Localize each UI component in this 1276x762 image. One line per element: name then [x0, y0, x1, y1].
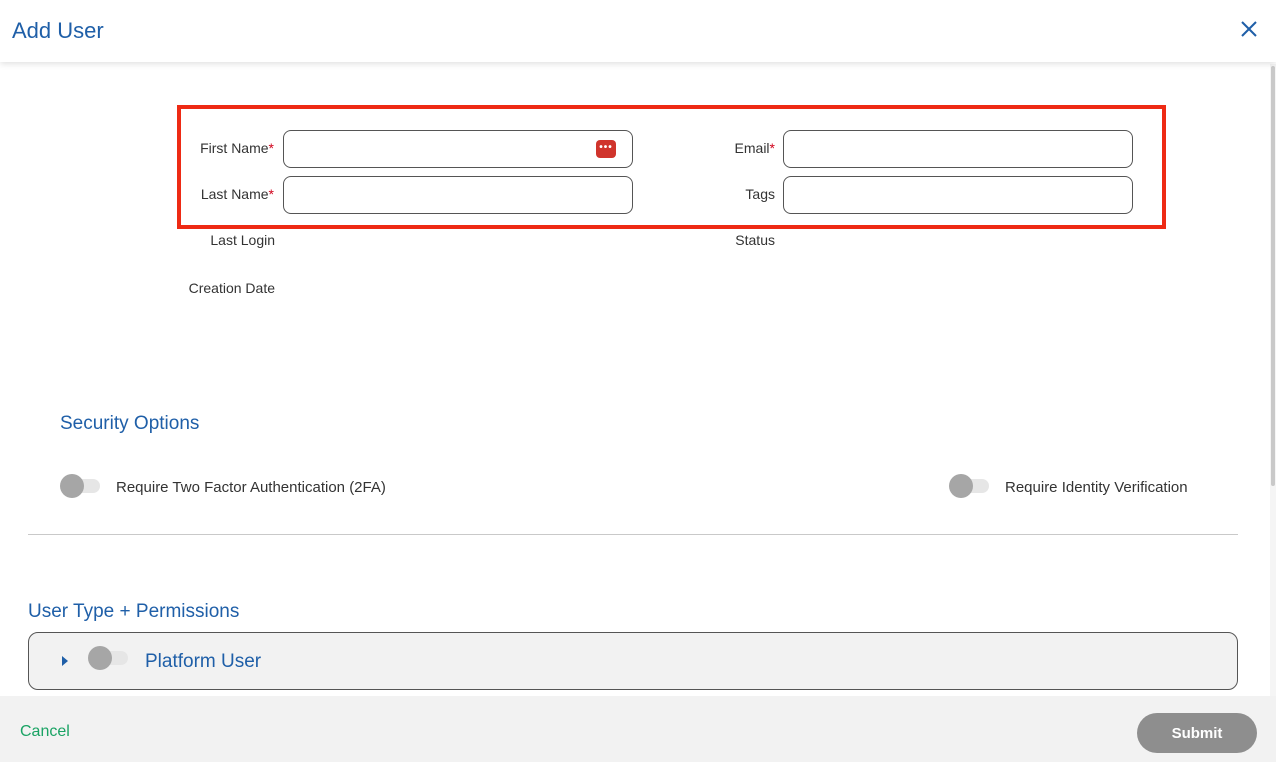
section-divider	[28, 534, 1238, 535]
cancel-button[interactable]: Cancel	[20, 723, 70, 741]
tags-input[interactable]	[784, 177, 1132, 213]
dialog-header: Add User	[0, 0, 1276, 62]
email-label: Email*	[734, 140, 775, 156]
scrollbar[interactable]	[1270, 64, 1276, 696]
toggle-knob	[949, 474, 973, 498]
toggle-knob	[88, 646, 112, 670]
toggle-identity-verification[interactable]	[949, 473, 991, 498]
last-login-label: Last Login	[210, 232, 275, 248]
last-name-input[interactable]	[284, 177, 632, 213]
user-type-permissions-title: User Type + Permissions	[28, 601, 240, 622]
dialog-footer: Cancel Submit	[0, 696, 1276, 762]
close-icon[interactable]	[1238, 18, 1260, 40]
toggle-platform-user[interactable]	[88, 645, 130, 670]
toggle-2fa[interactable]	[60, 473, 102, 498]
last-name-field[interactable]	[283, 176, 633, 214]
creation-date-label: Creation Date	[188, 280, 275, 296]
tags-label: Tags	[745, 186, 775, 202]
toggle-2fa-label: Require Two Factor Authentication (2FA)	[116, 479, 386, 496]
platform-user-panel[interactable]: Platform User	[28, 632, 1238, 690]
security-options-title: Security Options	[60, 413, 200, 434]
platform-user-label: Platform User	[145, 651, 262, 672]
status-label: Status	[735, 232, 775, 248]
last-name-label: Last Name*	[200, 186, 274, 202]
first-name-label: First Name*	[200, 140, 274, 156]
password-manager-icon[interactable]: •••	[596, 140, 616, 158]
toggle-knob	[60, 474, 84, 498]
scrollbar-thumb[interactable]	[1271, 66, 1275, 486]
submit-button[interactable]: Submit	[1137, 713, 1257, 753]
toggle-identity-verification-label: Require Identity Verification	[1005, 479, 1188, 496]
first-name-field[interactable]: •••	[283, 130, 633, 168]
first-name-input[interactable]	[284, 131, 632, 167]
dialog-title: Add User	[12, 18, 104, 43]
tags-field[interactable]	[783, 176, 1133, 214]
expand-caret-icon[interactable]	[62, 656, 68, 666]
email-input[interactable]	[784, 131, 1132, 167]
email-field[interactable]	[783, 130, 1133, 168]
